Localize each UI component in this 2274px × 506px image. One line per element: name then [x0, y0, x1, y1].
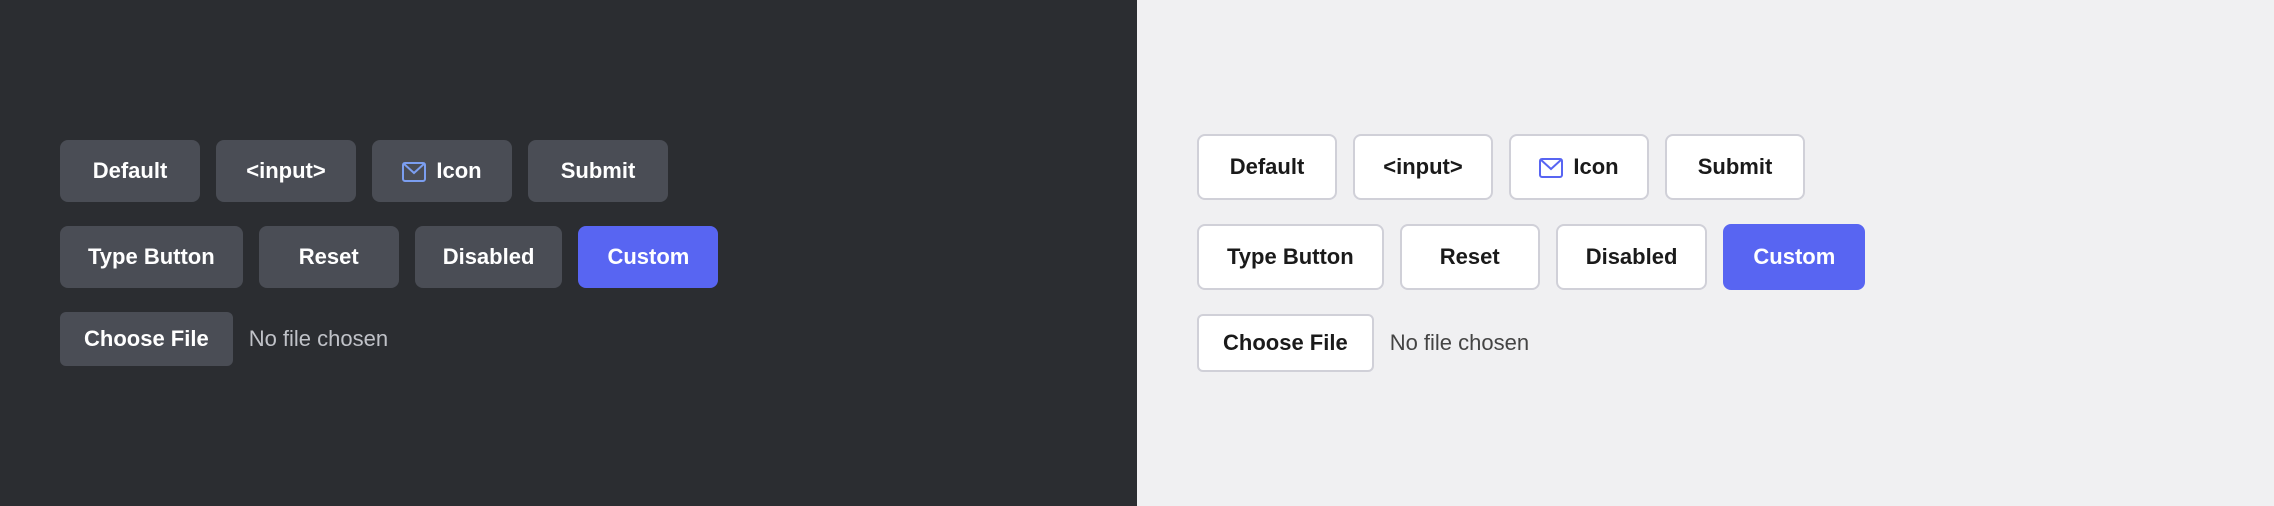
- light-default-button[interactable]: Default: [1197, 134, 1337, 200]
- dark-custom-button[interactable]: Custom: [578, 226, 718, 288]
- light-submit-label: Submit: [1698, 154, 1773, 180]
- dark-row-1: Default <input> Icon Submit: [60, 140, 668, 202]
- dark-input-button[interactable]: <input>: [216, 140, 356, 202]
- dark-disabled-button[interactable]: Disabled: [415, 226, 563, 288]
- light-disabled-label: Disabled: [1586, 244, 1678, 270]
- light-reset-label: Reset: [1440, 244, 1500, 270]
- light-choose-file-label: Choose File: [1223, 330, 1348, 355]
- light-typebutton-label: Type Button: [1227, 244, 1354, 270]
- dark-no-file-text: No file chosen: [249, 326, 388, 352]
- light-row-1: Default <input> Icon Submit: [1197, 134, 1805, 200]
- dark-panel: Default <input> Icon Submit Type Button …: [0, 0, 1137, 506]
- dark-default-button[interactable]: Default: [60, 140, 200, 202]
- dark-submit-button[interactable]: Submit: [528, 140, 668, 202]
- light-input-label: <input>: [1383, 154, 1462, 180]
- envelope-icon: [402, 158, 426, 184]
- light-icon-button[interactable]: Icon: [1509, 134, 1649, 200]
- dark-input-label: <input>: [246, 158, 325, 184]
- light-choose-file-button[interactable]: Choose File: [1197, 314, 1374, 372]
- dark-disabled-label: Disabled: [443, 244, 535, 270]
- dark-typebutton-button[interactable]: Type Button: [60, 226, 243, 288]
- light-default-label: Default: [1230, 154, 1305, 180]
- light-typebutton-button[interactable]: Type Button: [1197, 224, 1384, 290]
- dark-choose-file-button[interactable]: Choose File: [60, 312, 233, 366]
- light-submit-button[interactable]: Submit: [1665, 134, 1805, 200]
- dark-file-row: Choose File No file chosen: [60, 312, 388, 366]
- dark-choose-file-label: Choose File: [84, 326, 209, 351]
- dark-submit-label: Submit: [561, 158, 636, 184]
- dark-icon-label: Icon: [436, 158, 481, 184]
- dark-reset-label: Reset: [299, 244, 359, 270]
- dark-reset-button[interactable]: Reset: [259, 226, 399, 288]
- light-reset-button[interactable]: Reset: [1400, 224, 1540, 290]
- dark-custom-label: Custom: [607, 244, 689, 270]
- light-custom-label: Custom: [1753, 244, 1835, 270]
- dark-default-label: Default: [93, 158, 168, 184]
- light-row-2: Type Button Reset Disabled Custom: [1197, 224, 1865, 290]
- light-icon-label: Icon: [1573, 154, 1618, 180]
- light-panel: Default <input> Icon Submit Type Button …: [1137, 0, 2274, 506]
- light-disabled-button[interactable]: Disabled: [1556, 224, 1708, 290]
- dark-icon-button[interactable]: Icon: [372, 140, 512, 202]
- envelope-icon-light: [1539, 154, 1563, 180]
- dark-typebutton-label: Type Button: [88, 244, 215, 270]
- dark-row-2: Type Button Reset Disabled Custom: [60, 226, 718, 288]
- light-input-button[interactable]: <input>: [1353, 134, 1493, 200]
- light-file-row: Choose File No file chosen: [1197, 314, 1529, 372]
- light-no-file-text: No file chosen: [1390, 330, 1529, 356]
- light-custom-button[interactable]: Custom: [1723, 224, 1865, 290]
